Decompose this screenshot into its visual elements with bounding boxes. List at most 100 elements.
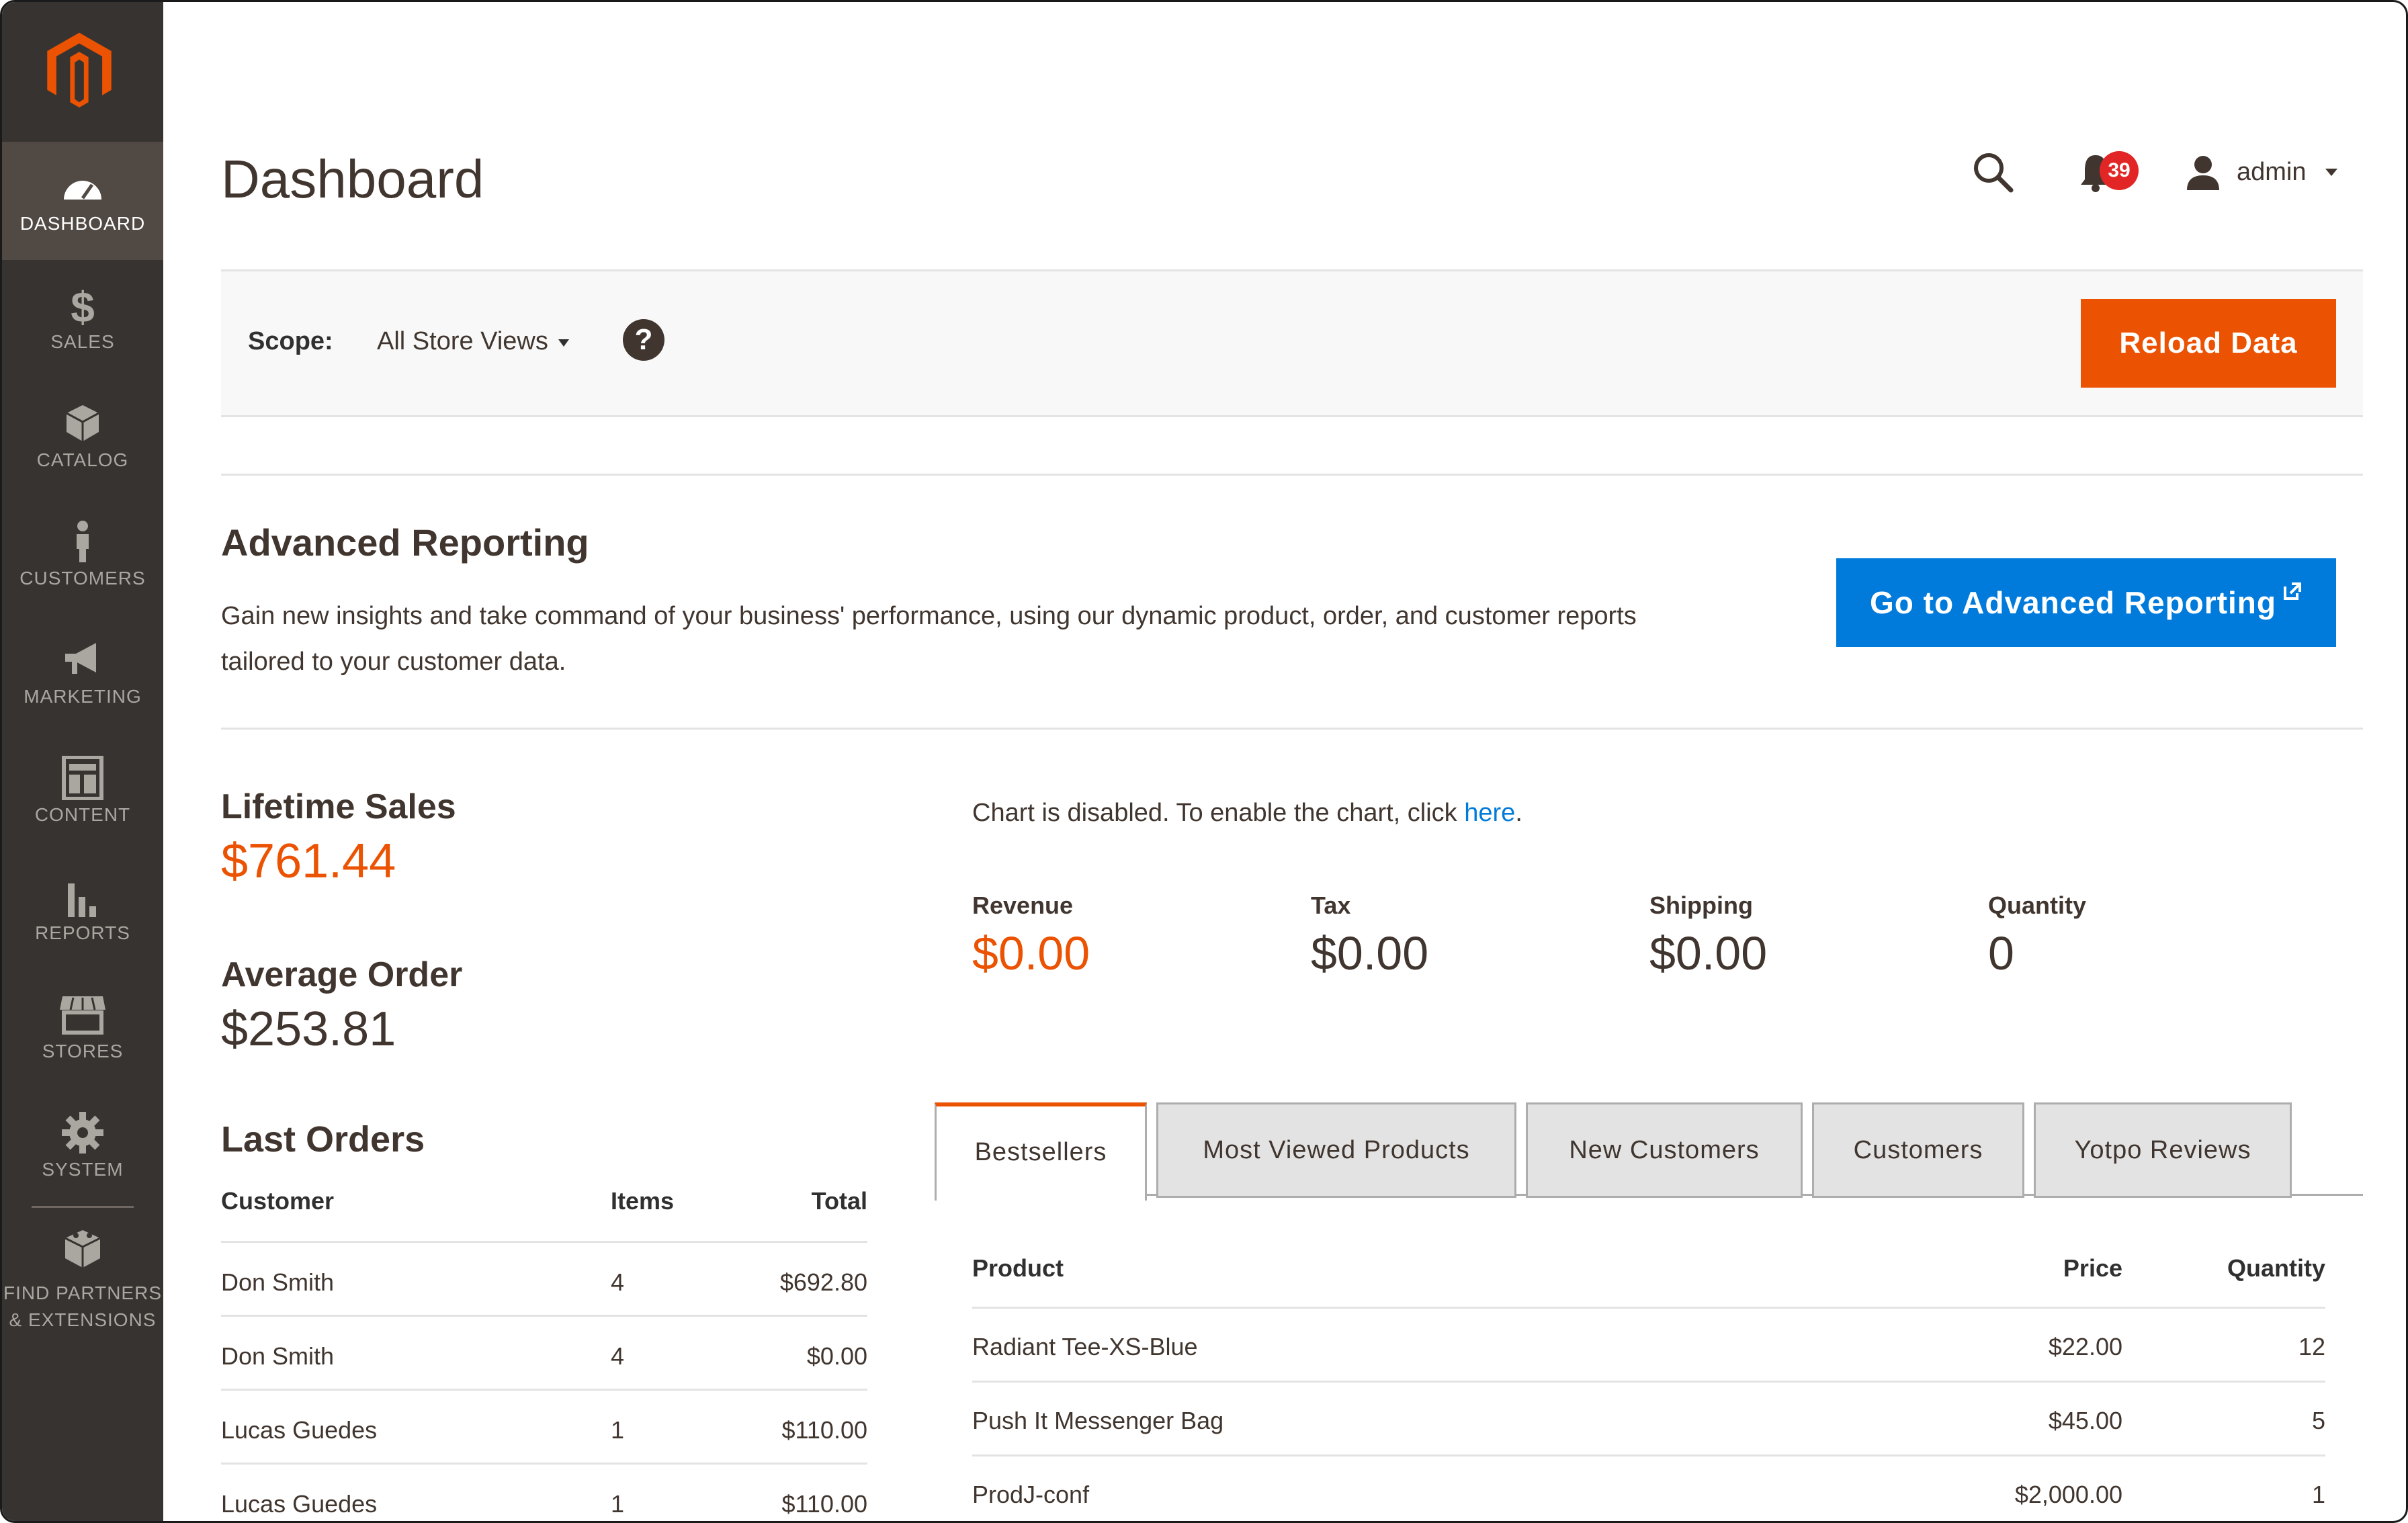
table-row[interactable]: Lucas Guedes 1 $110.00 (221, 1389, 867, 1465)
table-row[interactable]: Don Smith 4 $692.80 (221, 1241, 867, 1317)
tab-most-viewed-products[interactable]: Most Viewed Products (1156, 1102, 1516, 1198)
sidebar-item-label: FIND PARTNERS & EXTENSIONS (2, 1280, 163, 1334)
column-header-items: Items (611, 1187, 675, 1215)
order-items: 1 (611, 1490, 625, 1518)
user-icon[interactable] (2184, 154, 2222, 191)
column-header-product: Product (972, 1254, 1064, 1282)
tab-new-customers[interactable]: New Customers (1526, 1102, 1803, 1198)
sidebar-item-catalog[interactable]: CATALOG (2, 378, 163, 496)
divider (221, 474, 2363, 476)
table-row[interactable]: Lucas Guedes 1 $110.00 (221, 1463, 867, 1521)
order-customer: Lucas Guedes (221, 1490, 378, 1518)
lifetime-sales-label: Lifetime Sales (221, 787, 456, 826)
box-icon (66, 405, 99, 441)
gear-icon (62, 1112, 103, 1154)
magento-logo-icon[interactable] (39, 29, 120, 113)
product-name: Push It Messenger Bag (972, 1407, 1224, 1434)
sidebar-item-label: CATALOG (36, 449, 129, 470)
sidebar-item-label: DASHBOARD (19, 213, 146, 234)
sidebar-item-stores[interactable]: STORES (2, 969, 163, 1088)
sidebar-item-marketing[interactable]: MARKETING (2, 615, 163, 733)
divider (221, 728, 2363, 730)
blocks-icon (64, 1230, 101, 1268)
table-row[interactable]: ProdJ-conf $2,000.00 1 (972, 1454, 2325, 1521)
sidebar-item-dashboard[interactable]: DASHBOARD (2, 142, 163, 260)
dashboard-icon (64, 181, 101, 200)
product-price: $2,000.00 (2014, 1481, 2122, 1508)
sidebar-item-sales[interactable]: $ SALES (2, 260, 163, 378)
sidebar-item-label: MARKETING (24, 686, 142, 707)
sidebar-item-content[interactable]: CONTENT (2, 733, 163, 851)
search-icon[interactable] (1971, 150, 2015, 194)
dollar-icon: $ (71, 283, 95, 327)
partners-line-2: & EXTENSIONS (9, 1309, 157, 1330)
person-icon (77, 521, 89, 562)
shipping-label: Shipping (1649, 891, 1753, 919)
chart-message-suffix: . (1515, 799, 1522, 827)
sidebar-item-label: SYSTEM (42, 1159, 124, 1180)
sidebar-item-find-partners[interactable]: FIND PARTNERS & EXTENSIONS (2, 1218, 163, 1346)
quantity-value: 0 (1988, 927, 2014, 980)
order-total: $0.00 (806, 1342, 867, 1370)
quantity-label: Quantity (1988, 891, 2087, 919)
chart-message-text: Chart is disabled. To enable the chart, … (972, 799, 1465, 827)
column-header-quantity: Quantity (2227, 1254, 2325, 1282)
revenue-value: $0.00 (972, 927, 1090, 980)
bar-chart-icon (68, 883, 96, 917)
order-customer: Don Smith (221, 1268, 335, 1296)
go-to-advanced-reporting-button[interactable]: Go to Advanced Reporting (1836, 558, 2336, 647)
scope-label: Scope: (248, 327, 333, 355)
table-row[interactable]: Radiant Tee-XS-Blue $22.00 12 (972, 1307, 2325, 1383)
sidebar-item-customers[interactable]: CUSTOMERS (2, 496, 163, 615)
average-order-label: Average Order (221, 955, 463, 994)
button-label: Go to Advanced Reporting (1870, 585, 2276, 620)
user-menu-name[interactable]: admin (2237, 158, 2307, 187)
product-price: $45.00 (2048, 1407, 2122, 1434)
column-header-customer: Customer (221, 1187, 335, 1215)
chevron-down-icon[interactable] (558, 339, 569, 347)
tax-value: $0.00 (1311, 927, 1429, 980)
product-price: $22.00 (2048, 1333, 2122, 1360)
order-customer: Lucas Guedes (221, 1416, 378, 1444)
table-row[interactable]: Push It Messenger Bag $45.00 5 (972, 1381, 2325, 1456)
tab-bestsellers[interactable]: Bestsellers (935, 1102, 1147, 1201)
sidebar-item-label: CONTENT (34, 804, 131, 825)
sidebar-item-reports[interactable]: REPORTS (2, 851, 163, 969)
sidebar-divider (32, 1206, 134, 1208)
layout-icon (62, 756, 103, 800)
product-quantity: 12 (2298, 1333, 2325, 1360)
svg-text:$: $ (71, 283, 95, 327)
notification-badge[interactable]: 39 (2100, 151, 2139, 190)
tab-customers[interactable]: Customers (1812, 1102, 2024, 1198)
revenue-label: Revenue (972, 891, 1074, 919)
product-name: ProdJ-conf (972, 1481, 1090, 1508)
reload-data-button[interactable]: Reload Data (2081, 299, 2336, 388)
product-name: Radiant Tee-XS-Blue (972, 1333, 1198, 1360)
chevron-down-icon[interactable] (2325, 169, 2337, 176)
order-items: 1 (611, 1416, 625, 1444)
product-quantity: 5 (2311, 1407, 2325, 1434)
megaphone-icon (65, 643, 96, 674)
order-items: 4 (611, 1268, 625, 1296)
sidebar-item-label: CUSTOMERS (19, 568, 146, 589)
shipping-value: $0.00 (1649, 927, 1768, 980)
order-total: $110.00 (781, 1490, 867, 1518)
lifetime-sales-value: $761.44 (221, 834, 396, 888)
average-order-value: $253.81 (221, 1002, 396, 1056)
page-title: Dashboard (221, 149, 484, 209)
sidebar-item-label: STORES (42, 1041, 124, 1061)
order-total: $110.00 (781, 1416, 867, 1444)
advanced-reporting-title: Advanced Reporting (221, 521, 589, 564)
store-icon (60, 996, 105, 1035)
scope-switcher[interactable]: All Store Views (377, 327, 548, 356)
advanced-reporting-description: Gain new insights and take command of yo… (221, 602, 1637, 676)
help-icon[interactable]: ? (623, 319, 664, 361)
column-header-total: Total (811, 1187, 867, 1215)
column-header-price: Price (2063, 1254, 2122, 1282)
enable-chart-link[interactable]: here (1464, 799, 1515, 827)
sidebar-item-system[interactable]: SYSTEM (2, 1088, 163, 1206)
table-row[interactable]: Don Smith 4 $0.00 (221, 1315, 867, 1391)
tab-yotpo-reviews[interactable]: Yotpo Reviews (2034, 1102, 2292, 1198)
sidebar: DASHBOARD $ SALES CATALOG CUSTOMERS MARK… (2, 2, 163, 1521)
admin-window: DASHBOARD $ SALES CATALOG CUSTOMERS MARK… (0, 0, 2408, 1523)
